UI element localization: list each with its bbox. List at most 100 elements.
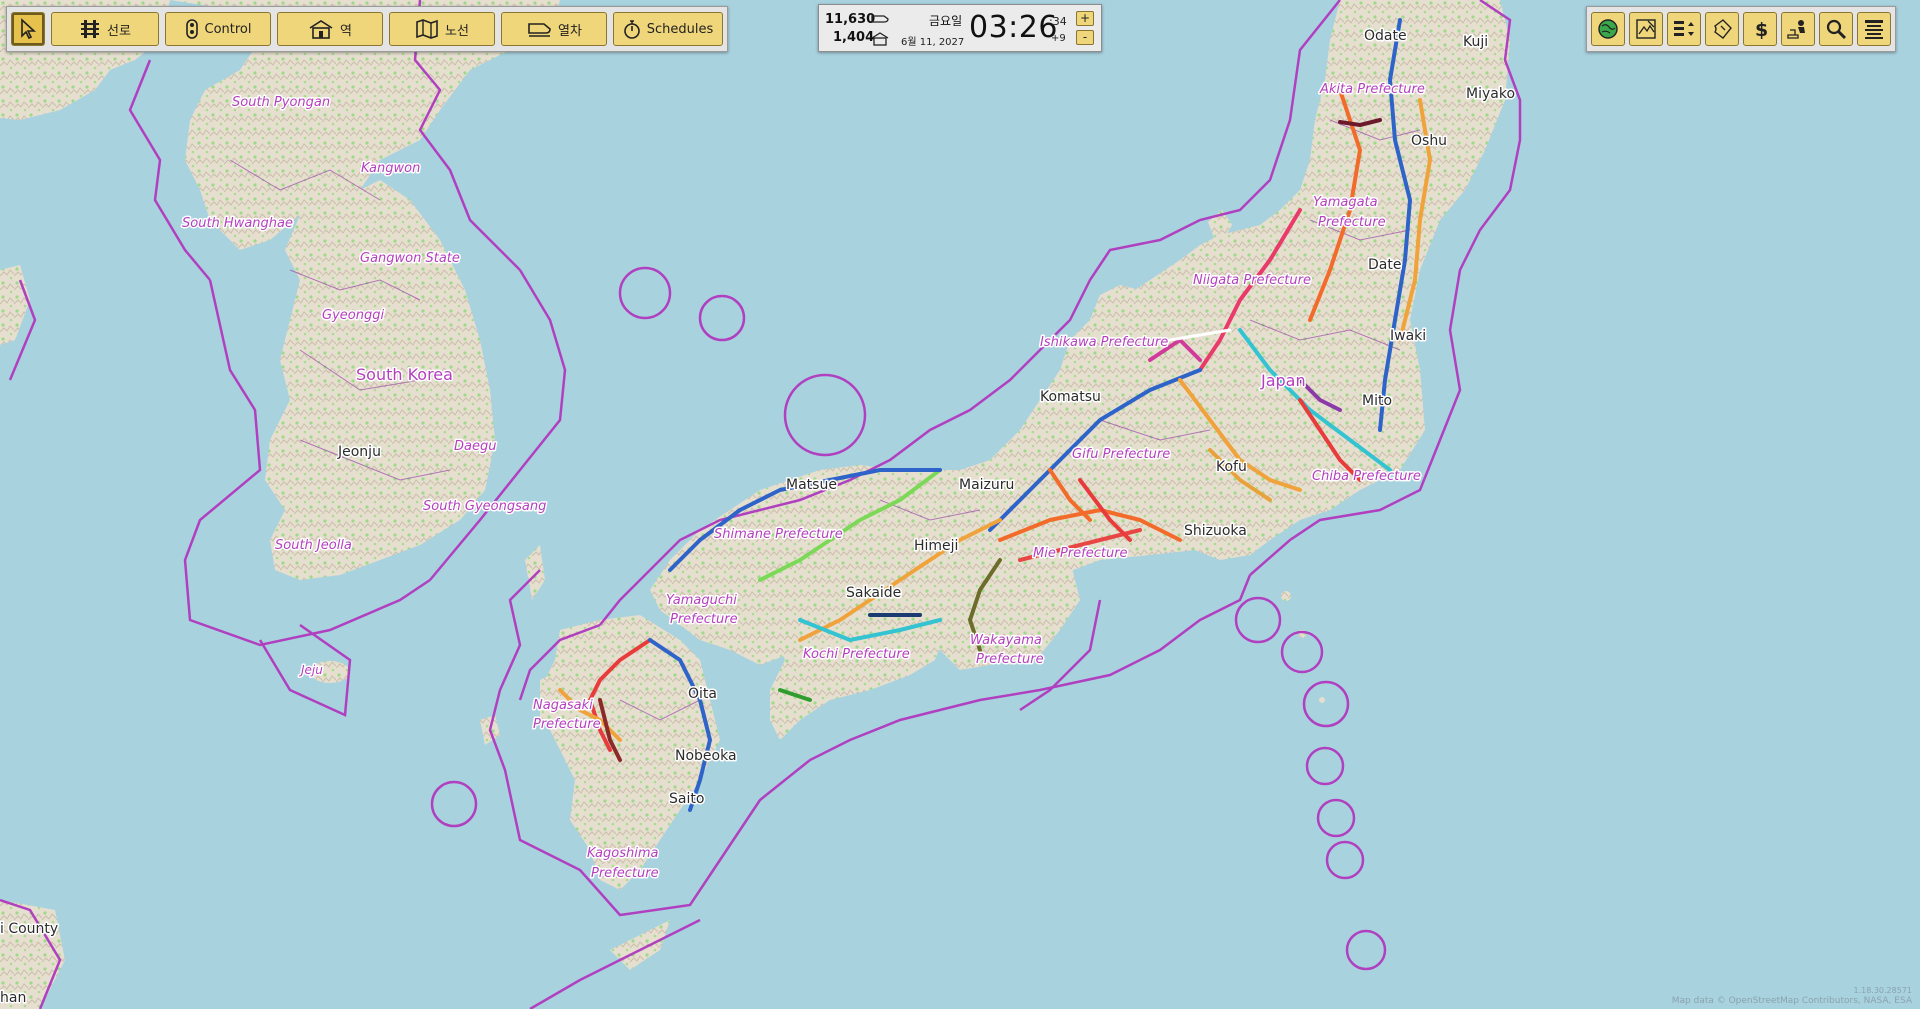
country-label-south-korea: South Korea [356,365,453,384]
search-icon [1826,19,1847,40]
weekday-label: 금요일 [929,14,963,28]
city-label: Oita [688,686,717,702]
status-panel: 11,630 1,404 금요일 6월 11, 2027 03:26 :34 +… [818,4,1102,52]
clock-seconds: :34 [1049,15,1067,28]
world-map-icon [1598,19,1618,39]
region-label: Prefecture [976,652,1044,667]
region-label: Mie Prefecture [1033,546,1128,561]
region-label: South Pyongan [232,95,330,110]
region-label: Yamagata [1313,195,1378,210]
svg-text:$: $ [1755,19,1768,40]
city-label: Sakaide [846,585,901,601]
city-label: Mito [1362,393,1392,409]
money-value: 11,630 [825,12,876,27]
speed-down-button[interactable]: - [1076,30,1094,45]
stations-button[interactable]: 역 [277,12,383,46]
stopwatch-icon [623,20,640,39]
finance-button[interactable]: $ [1743,12,1777,46]
city-label: Maizuru [959,477,1014,493]
city-label: Matsue [786,477,837,493]
region-label: Akita Prefecture [1319,82,1425,97]
lines-label: 노선 [445,23,469,39]
city-label: Komatsu [1040,389,1101,405]
tracks-label: 선로 [107,23,131,39]
speed-multiplier: +9 [1051,33,1066,44]
speed-up-button[interactable]: + [1076,11,1094,26]
city-label: Jeju [299,663,323,677]
region-label: Kochi Prefecture [803,647,910,662]
region-label: Niigata Prefecture [1193,273,1311,288]
map-attribution: Map data © OpenStreetMap Contributors, N… [1671,996,1912,1006]
rail-track-icon [81,20,100,38]
control-button[interactable]: Control [165,12,271,46]
select-pointer-icon [21,18,37,40]
station-icon [309,20,333,39]
city-label: Saito [669,791,704,807]
city-label: Iwaki [1390,328,1426,344]
ticket-button[interactable] [1705,12,1739,46]
layers-icon [1674,21,1694,36]
region-label: Kangwon [361,161,420,176]
finance-icon: $ [1755,19,1768,40]
trains-label: 열차 [558,23,582,39]
terrain-editor-button[interactable] [1629,12,1663,46]
clock-time: 03:26 [969,10,1058,45]
select-tool-button[interactable] [11,12,45,46]
region-label: Yamaguchi [666,593,737,608]
train-icon [871,15,889,23]
city-label: Date [1368,257,1401,273]
region-label: Prefecture [533,717,601,732]
passenger-flow-button[interactable] [1781,12,1815,46]
stations-label: 역 [340,23,352,39]
search-button[interactable] [1819,12,1853,46]
layers-button[interactable] [1667,12,1701,46]
menu-button[interactable] [1857,12,1891,46]
region-label: Gangwon State [360,251,460,266]
secondary-toolbar: $ [1586,6,1896,52]
region-label: South Hwanghae [182,216,293,231]
passenger-flow-icon [1787,20,1805,39]
version-label: 1.18.30.28571 [1853,986,1912,995]
city-label: Nobeoka [675,748,737,764]
city-label: Oshu [1411,133,1447,149]
signal-icon [185,19,198,39]
passengers-value: 1,404 [833,30,875,45]
country-label-japan: Japan [1260,371,1306,390]
city-label: Miyako [1466,86,1515,102]
region-label: Ishikawa Prefecture [1040,335,1168,350]
region-label: Chiba Prefecture [1312,469,1421,484]
region-label: Prefecture [1318,215,1386,230]
world-map-button[interactable] [1591,12,1625,46]
city-label: Odate [1364,28,1407,44]
schedules-label: Schedules [646,21,714,37]
region-label: Gifu Prefecture [1072,447,1170,462]
region-label: Wakayama [970,633,1042,648]
city-label: Himeji [914,538,958,554]
control-label: Control [204,21,252,37]
city-label: han [0,990,26,1006]
city-label: Kofu [1216,459,1247,475]
region-label: Kagoshima [587,846,659,861]
region-label: Nagasaki [533,698,593,713]
city-label: Shizuoka [1184,523,1247,539]
terrain-editor-icon [1636,19,1656,39]
region-label: Gyeonggi [322,308,384,323]
date-label: 6월 11, 2027 [901,37,965,48]
region-label: Daegu [454,439,496,454]
region-label: South Jeolla [275,538,352,553]
region-label: Shimane Prefecture [714,527,843,542]
route-map-icon [416,19,438,39]
lines-button[interactable]: 노선 [389,12,495,46]
region-label: Prefecture [670,612,738,627]
tracks-button[interactable]: 선로 [51,12,159,46]
trains-button[interactable]: 열차 [501,12,607,46]
region-label: Prefecture [591,866,659,881]
ticket-icon [1714,19,1732,39]
city-label: Jeonju [337,444,381,460]
region-label: South Gyeongsang [423,499,546,514]
city-label: Kuji [1463,34,1488,50]
schedules-button[interactable]: Schedules [613,12,723,46]
main-toolbar: 선로 Control 역 노선 열차 Schedules [6,6,728,52]
station-icon [871,32,889,46]
map-canvas[interactable]: Odate Kuji Miyako Oshu Date Iwaki Mito K… [0,0,1920,1009]
